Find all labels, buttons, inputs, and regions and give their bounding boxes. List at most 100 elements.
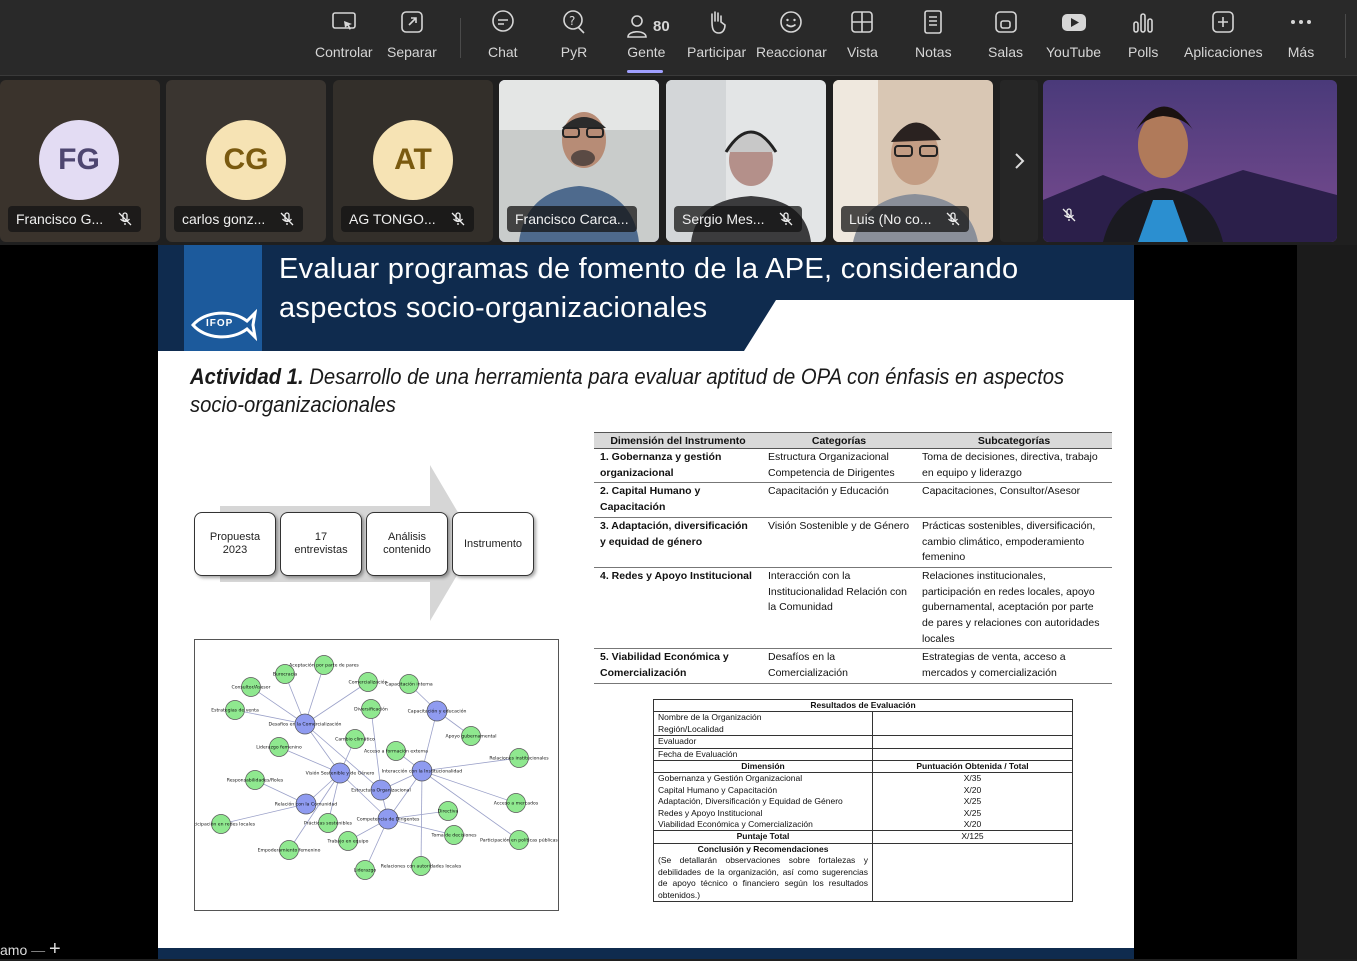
participant-tile[interactable]: Luis (No co...: [833, 80, 993, 242]
rooms-icon: [994, 11, 1017, 33]
youtube-icon: [1061, 14, 1086, 31]
network-leaf-node-label: Trabajo en equipo: [327, 839, 369, 845]
slide-header: IFOP Evaluar programas de fomento de la …: [158, 245, 1134, 351]
plus-icon[interactable]: +: [49, 938, 61, 960]
network-hub-node-label: Visión Sostenible y de Género: [306, 770, 375, 777]
network-edge: [421, 770, 517, 804]
network-leaf-node-label: Capacitación interna: [385, 681, 433, 688]
chat-button[interactable]: Chat: [488, 8, 518, 70]
participant-tile[interactable]: Sergio Mes...: [666, 80, 826, 242]
network-hub-node-label: Relación con la Comunidad: [275, 801, 337, 808]
network-leaf-node-label: Prácticas sostenibles: [304, 820, 353, 827]
table-row: 5. Viabilidad Económica y Comercializaci…: [594, 648, 1112, 684]
table-row: 2. Capital Humano y Capacitación Capacita…: [594, 482, 1112, 518]
footer-left: amo — +: [0, 938, 61, 960]
participant-tile-speaking[interactable]: Francisco Carca...: [499, 80, 659, 242]
logo-text: IFOP: [206, 318, 234, 329]
notes-label: Notas: [915, 44, 952, 60]
network-leaf-node-label: Liderazgo femenino: [256, 745, 302, 751]
youtube-label: YouTube: [1046, 44, 1102, 60]
qa-button[interactable]: ? PyR: [560, 8, 588, 70]
notes-icon: [924, 10, 943, 34]
network-leaf-node-label: Directiva: [438, 809, 459, 815]
header-categories: Categorías: [762, 432, 916, 449]
network-hub-node-label: Interacción con la Institucionalidad: [382, 768, 462, 775]
next-participants-button[interactable]: [1000, 80, 1038, 242]
toolbar-edge-divider: [1345, 14, 1346, 58]
conclusion-row: Conclusión y Recomendaciones (Se detallar…: [653, 842, 1073, 902]
participant-name-tag: Francisco G...: [8, 206, 142, 232]
participant-tile[interactable]: AT AG TONGO...: [333, 80, 493, 242]
people-button[interactable]: 80 Gente: [623, 8, 670, 70]
form-columns-row: Dimensión Puntuación Obtenida / Total: [653, 760, 1073, 774]
apps-button[interactable]: Aplicaciones: [1184, 8, 1263, 70]
table-header-row: Dimensión del Instrumento Categorías Sub…: [594, 432, 1112, 449]
network-leaf-node-label: Comercialización: [348, 679, 387, 686]
view-button[interactable]: Vista: [847, 8, 878, 70]
chat-icon: [491, 10, 514, 32]
header-dimension: Dimensión del Instrumento: [594, 432, 762, 449]
apps-icon: [1212, 11, 1235, 33]
grid-view-icon: [851, 11, 874, 33]
form-field-row: Nombre de la Organización Región/Localida…: [653, 711, 1073, 737]
raise-hand-icon: [710, 11, 726, 34]
network-diagram: Desafíos en la Comercialización Visión So…: [194, 639, 559, 911]
raise-hand-button[interactable]: Participar: [687, 8, 746, 70]
participant-name-tag: Sergio Mes...: [674, 206, 803, 232]
more-button[interactable]: Más: [1287, 8, 1315, 70]
network-leaf-node-label: Empoderamiento femenino: [258, 848, 321, 854]
network-leaf-node-label: Participación en políticas públicas: [480, 837, 558, 844]
mic-muted-icon: [947, 212, 960, 226]
process-step-instrument: Instrumento: [452, 512, 534, 576]
table-row: 4. Redes y Apoyo Institucional Interacció…: [594, 567, 1112, 650]
participant-tile[interactable]: FG Francisco G...: [0, 80, 160, 242]
process-step-analysis: Análisis contenido: [366, 512, 448, 576]
separate-label: Separar: [387, 44, 437, 60]
network-leaf-node-label: Estrategias de venta: [211, 708, 259, 714]
control-label: Controlar: [315, 44, 373, 60]
smiley-icon: [780, 11, 803, 33]
people-label: Gente: [627, 44, 666, 60]
react-button[interactable]: Reaccionar: [756, 8, 827, 70]
network-edge: [420, 770, 423, 867]
network-leaf-node-label: Toma de decisiones: [431, 833, 478, 839]
form-title-row: Resultados de Evaluación: [653, 698, 1073, 713]
network-leaf-node-label: Diversificación: [354, 706, 388, 713]
pop-out-icon: [401, 11, 423, 33]
total-row: Puntaje Total X/125: [653, 830, 1073, 844]
raise-hand-label: Participar: [687, 44, 747, 60]
polls-button[interactable]: Polls: [1128, 8, 1158, 70]
participant-name: Sergio Mes...: [682, 211, 765, 227]
apps-label: Aplicaciones: [1184, 44, 1263, 60]
network-hub-node-label: Capacitación y educación: [408, 708, 467, 715]
separate-button[interactable]: Separar: [387, 8, 437, 70]
qa-icon: ?: [563, 10, 585, 34]
activity-number: Actividad 1.: [190, 364, 304, 389]
avatar: AT: [373, 120, 453, 200]
evaluation-form: Resultados de Evaluación Nombre de la Or…: [653, 698, 1073, 902]
activity-description: Desarrollo de una herramienta para evalu…: [190, 364, 1065, 417]
participant-name: Luis (No co...: [849, 211, 932, 227]
notes-button[interactable]: Notas: [915, 8, 952, 70]
participant-name: carlos gonz...: [182, 211, 266, 227]
self-view-tile[interactable]: [1043, 80, 1337, 242]
slide-title-line1: Evaluar programas de fomento de la APE, …: [279, 253, 1019, 285]
more-icon: [1291, 20, 1311, 24]
participant-tile[interactable]: CG carlos gonz...: [166, 80, 326, 242]
polls-label: Polls: [1128, 44, 1159, 60]
dimensions-table: Dimensión del Instrumento Categorías Sub…: [594, 432, 1112, 684]
network-edge: [288, 772, 341, 851]
network-leaf-node-label: Acceso a formación externa: [364, 748, 428, 755]
mic-muted-icon: [780, 212, 793, 226]
presentation-slide: IFOP Evaluar programas de fomento de la …: [158, 245, 1134, 959]
rooms-button[interactable]: Salas: [988, 8, 1023, 70]
self-mic-status: [1061, 207, 1077, 228]
network-hub-node-label: Estructura Organizacional: [351, 788, 410, 794]
table-row: 3. Adaptación, diversificación y equidad…: [594, 517, 1112, 568]
network-edges: [220, 664, 520, 871]
network-leaf-node-label: Aceptación por parte de pares: [289, 662, 359, 669]
control-button[interactable]: Controlar: [315, 8, 373, 70]
youtube-button[interactable]: YouTube: [1046, 8, 1101, 70]
svg-text:?: ?: [569, 14, 575, 28]
view-label: Vista: [847, 44, 878, 60]
